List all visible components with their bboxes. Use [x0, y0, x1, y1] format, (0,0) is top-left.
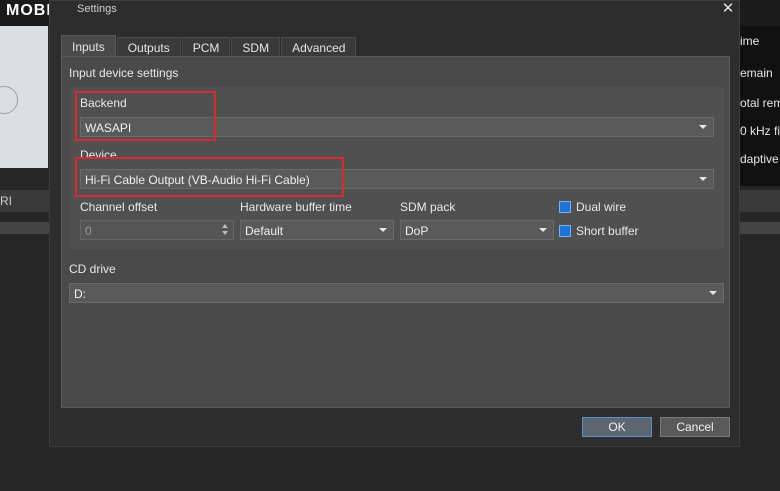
tab-bar: Inputs Outputs PCM SDM Advanced — [61, 35, 357, 58]
device-label: Device — [80, 148, 117, 162]
short-buffer-label: Short buffer — [576, 224, 639, 238]
bg-text-4: 0 kHz filt — [740, 124, 780, 138]
dual-wire-checkbox[interactable] — [559, 201, 571, 213]
settings-dialog: Settings ✕ Inputs Outputs PCM SDM Advanc… — [49, 0, 740, 447]
inputs-panel: Input device settings Backend WASAPI Dev… — [61, 56, 730, 408]
device-select[interactable]: Hi-Fi Cable Output (VB-Audio Hi-Fi Cable… — [80, 169, 714, 189]
background-row-2-right — [740, 222, 780, 234]
channel-offset-value: 0 — [85, 224, 92, 238]
background-row-right — [740, 190, 780, 212]
sdm-pack-value: DoP — [405, 224, 429, 238]
tab-advanced[interactable]: Advanced — [281, 37, 357, 58]
input-device-group: Backend WASAPI Device Hi-Fi Cable Output… — [69, 87, 724, 249]
chevron-down-icon — [539, 228, 547, 232]
bg-text-5: daptive — [740, 152, 779, 166]
background-right-column: ime emain otal rem 0 kHz filt daptive — [736, 26, 780, 186]
chevron-down-icon — [379, 228, 387, 232]
tab-sdm[interactable]: SDM — [231, 37, 281, 58]
tab-inputs[interactable]: Inputs — [61, 35, 116, 58]
bg-text-1: ime — [740, 34, 760, 48]
ok-button[interactable]: OK — [582, 417, 652, 437]
hardware-buffer-time-value: Default — [245, 224, 284, 238]
cd-drive-value: D: — [74, 287, 86, 301]
chevron-down-icon — [699, 125, 707, 129]
chevron-down-icon — [709, 291, 717, 295]
sdm-pack-label: SDM pack — [400, 200, 456, 214]
background-row-2 — [0, 222, 50, 234]
dual-wire-label: Dual wire — [576, 200, 627, 214]
dialog-title: Settings — [77, 3, 117, 15]
cd-drive-label: CD drive — [69, 262, 116, 276]
short-buffer-checkbox[interactable] — [559, 225, 571, 237]
cd-drive-select[interactable]: D: — [69, 283, 724, 303]
channel-offset-spinner[interactable]: 0 — [80, 220, 234, 240]
device-value: Hi-Fi Cable Output (VB-Audio Hi-Fi Cable… — [85, 173, 310, 187]
input-device-settings-label: Input device settings — [69, 66, 179, 80]
close-icon[interactable]: ✕ — [719, 1, 737, 19]
spinner-arrows-icon[interactable] — [221, 222, 231, 238]
bg-text-3: otal rem — [740, 96, 780, 110]
hardware-buffer-time-select[interactable]: Default — [240, 220, 394, 240]
tab-pcm[interactable]: PCM — [181, 37, 231, 58]
hardware-buffer-time-label: Hardware buffer time — [240, 200, 352, 214]
bg-text-2: emain — [740, 66, 773, 80]
backend-label: Backend — [80, 96, 127, 110]
backend-value: WASAPI — [85, 121, 132, 135]
channel-offset-label: Channel offset — [80, 200, 158, 214]
background-thumbnail — [0, 26, 48, 168]
backend-select[interactable]: WASAPI — [80, 117, 714, 137]
background-row: RI — [0, 190, 50, 212]
cancel-button[interactable]: Cancel — [660, 417, 730, 437]
chevron-down-icon — [699, 177, 707, 181]
sdm-pack-select[interactable]: DoP — [400, 220, 554, 240]
tab-outputs[interactable]: Outputs — [116, 37, 181, 58]
